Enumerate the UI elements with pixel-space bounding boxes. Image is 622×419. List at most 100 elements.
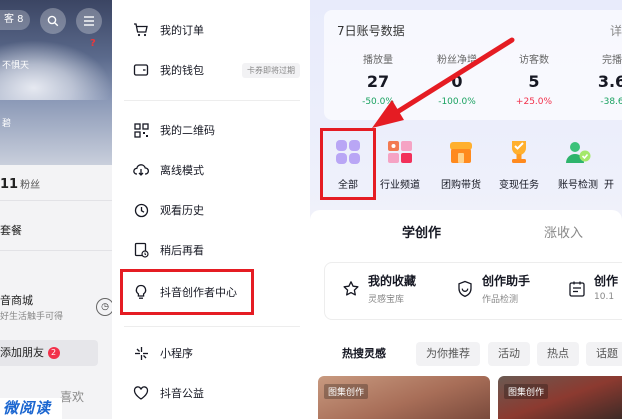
mini-program-icon xyxy=(132,344,150,362)
feed-card-label: 图集创作 xyxy=(324,384,369,399)
screen: 客 8 ? 不惧天 碧 11 粉丝 套餐 音商城 好生活触手可得 ◷ 添加朋友 2… xyxy=(0,0,622,419)
menu-item-label: 观看历史 xyxy=(160,204,204,217)
menu-item-label: 离线模式 xyxy=(160,164,204,177)
fans-label: 粉丝 xyxy=(20,180,41,191)
stat-label: 播放量 xyxy=(363,55,393,66)
divider xyxy=(0,250,112,251)
side-menu: 我的订单 我的钱包 卡券即将过期 我的二维码 离线模式 观看历史 稍后再看 抖音… xyxy=(112,0,310,419)
watch-later-icon xyxy=(132,241,150,259)
trophy-icon xyxy=(505,138,533,166)
tool-account-check[interactable]: 账号检测 xyxy=(547,130,609,191)
account-check-icon xyxy=(564,138,592,166)
stat-value: 3.6 xyxy=(597,72,622,91)
menu-item-offline[interactable]: 离线模式 xyxy=(112,150,310,190)
stats-details-link[interactable]: 详 xyxy=(610,22,622,39)
stat-completion[interactable]: 完播 3.6 -38.6 xyxy=(572,51,622,107)
cloud-download-icon xyxy=(132,161,150,179)
menu-item-label: 我的二维码 xyxy=(160,124,215,137)
clock-icon xyxy=(132,201,150,219)
chip-recommended[interactable]: 为你推荐 xyxy=(416,342,480,366)
divider xyxy=(124,100,300,101)
chip-topics[interactable]: 话题 xyxy=(586,342,622,366)
tool-label: 变现任务 xyxy=(499,180,539,191)
profile-background-panel: 客 8 ? 不惧天 碧 11 粉丝 套餐 音商城 好生活触手可得 ◷ 添加朋友 2… xyxy=(0,0,112,419)
tool-monetize-tasks[interactable]: 变现任务 xyxy=(488,130,550,191)
shortcut-title: 创作助手 xyxy=(482,274,531,288)
wallet-tag: 卡券即将过期 xyxy=(242,62,300,78)
cover-text-2: 碧 xyxy=(2,119,12,129)
menu-item-label: 抖音公益 xyxy=(160,387,204,400)
chip-activity[interactable]: 活动 xyxy=(488,342,530,366)
notification-mark: ? xyxy=(90,38,96,49)
charity-heart-icon xyxy=(132,384,150,402)
stat-value: 27 xyxy=(366,72,390,91)
menu-item-charity[interactable]: 抖音公益 xyxy=(112,373,310,413)
stat-change: -100.0% xyxy=(438,97,476,107)
feed-card-label: 图集创作 xyxy=(504,384,549,399)
shortcut-subtitle: 10.1 xyxy=(594,292,615,302)
qrcode-icon xyxy=(132,121,150,139)
visitor-pill[interactable]: 客 8 xyxy=(0,10,30,30)
stats-title: 7日账号数据 xyxy=(337,24,405,38)
add-friend-badge: 2 xyxy=(47,347,60,359)
star-icon xyxy=(342,280,360,298)
tool-industry-channel[interactable]: 行业频道 xyxy=(369,130,431,191)
tool-label: 行业频道 xyxy=(380,180,420,191)
creator-center-highlight xyxy=(120,269,254,315)
add-friend-label: 添加朋友 xyxy=(0,346,44,359)
cover-text: 不惧天 xyxy=(2,61,30,71)
tool-more[interactable]: 开 xyxy=(604,130,622,191)
menu-item-watch-later[interactable]: 稍后再看 xyxy=(112,230,310,270)
stat-change: -50.0% xyxy=(362,97,394,107)
chip-trending[interactable]: 热点 xyxy=(537,342,579,366)
menu-item-label: 我的钱包 xyxy=(160,64,204,77)
shortcut-subtitle: 灵感宝库 xyxy=(368,295,405,305)
stat-visitors[interactable]: 访客数 5 +25.0% xyxy=(494,51,574,107)
visitor-label: 客 8 xyxy=(4,14,24,25)
tool-label: 开 xyxy=(604,180,614,191)
shortcut-title: 我的收藏 xyxy=(368,274,417,288)
feed-card[interactable]: 图集创作 xyxy=(318,376,490,419)
feed-card[interactable]: 图集创作 xyxy=(498,376,622,419)
shop-subtitle: 好生活触手可得 xyxy=(0,312,64,322)
cart-icon xyxy=(132,21,150,39)
package-entry[interactable]: 套餐 xyxy=(0,222,112,238)
chip-hot-search[interactable]: 热搜灵感 xyxy=(324,342,396,366)
stat-plays[interactable]: 播放量 27 -50.0% xyxy=(338,51,418,107)
add-friend-button[interactable]: 添加朋友 2 xyxy=(0,340,98,366)
menu-item-wallet[interactable]: 我的钱包 卡券即将过期 xyxy=(112,50,310,90)
search-icon[interactable] xyxy=(40,8,66,34)
menu-item-label: 稍后再看 xyxy=(160,244,204,257)
menu-item-history[interactable]: 观看历史 xyxy=(112,190,310,230)
stat-label: 完播 xyxy=(602,55,622,66)
tab-learn-creation[interactable]: 学创作 xyxy=(402,222,441,241)
tab-likes[interactable]: 喜欢 xyxy=(60,388,84,405)
fans-count[interactable]: 11 粉丝 xyxy=(0,176,40,192)
stat-change: +25.0% xyxy=(515,97,553,107)
menu-icon[interactable] xyxy=(76,8,102,34)
stat-label: 访客数 xyxy=(519,55,549,66)
divider xyxy=(0,200,112,201)
tool-group-buy[interactable]: 团购带货 xyxy=(430,130,492,191)
industry-channel-icon xyxy=(386,138,414,166)
watermark-logo: 微阅读 xyxy=(0,398,62,419)
shield-smile-icon xyxy=(456,280,474,298)
menu-item-label: 我的订单 xyxy=(160,24,204,37)
menu-item-orders[interactable]: 我的订单 xyxy=(112,10,310,50)
tab-grow-income[interactable]: 涨收入 xyxy=(544,222,583,241)
stat-value: 5 xyxy=(528,72,540,91)
shortcut-subtitle: 作品检测 xyxy=(482,295,519,305)
all-tools-highlight xyxy=(320,128,376,200)
divider xyxy=(124,326,300,327)
menu-item-qrcode[interactable]: 我的二维码 xyxy=(112,110,310,150)
stat-label: 粉丝净增 xyxy=(437,55,477,66)
stat-net-followers[interactable]: 粉丝净增 0 -100.0% xyxy=(417,51,497,107)
clock-icon[interactable]: ◷ xyxy=(96,298,112,316)
tool-label: 团购带货 xyxy=(441,180,481,191)
creator-center-panel: 7日账号数据 详 播放量 27 -50.0% 粉丝净增 0 -100.0% 访客… xyxy=(310,0,622,419)
stat-change: -38.6 xyxy=(600,97,622,107)
calendar-icon xyxy=(568,280,586,298)
stat-value: 0 xyxy=(451,72,463,91)
group-buy-icon xyxy=(447,138,475,166)
menu-item-mini-program[interactable]: 小程序 xyxy=(112,333,310,373)
